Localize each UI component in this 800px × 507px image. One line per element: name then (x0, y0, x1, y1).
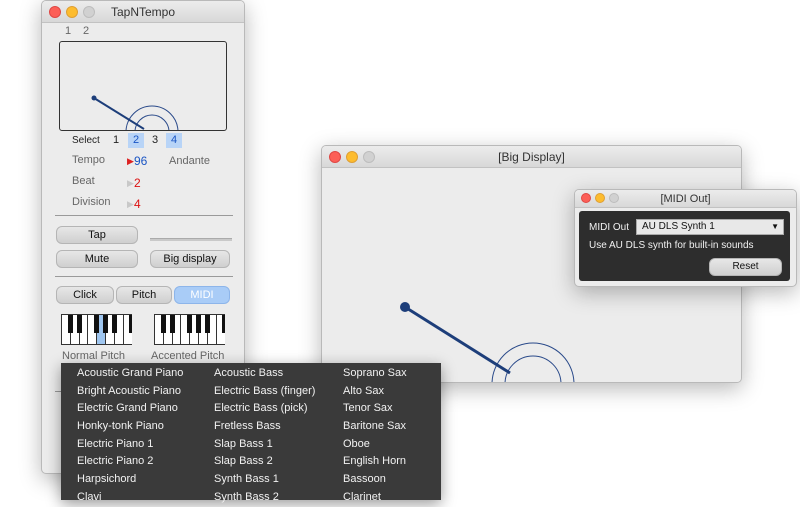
menu-item[interactable]: Baritone Sax (343, 418, 407, 436)
select-option-4[interactable]: 4 (166, 133, 182, 148)
menu-item[interactable]: Clarinet (343, 489, 407, 507)
menu-item[interactable]: Tenor Sax (343, 400, 407, 418)
division-label: Division (72, 196, 111, 208)
tempo-value[interactable]: 96 (134, 154, 147, 168)
division-value[interactable]: 4 (134, 197, 141, 211)
instrument-menu: Acoustic Grand Piano Bright Acoustic Pia… (61, 363, 441, 503)
menu-item[interactable]: Clavi (77, 489, 183, 507)
beat-value[interactable]: 2 (134, 176, 141, 190)
synth-select[interactable]: AU DLS Synth 1 ▼ (636, 219, 784, 235)
menu-item[interactable]: Harpsichord (77, 471, 183, 489)
window-title: [Big Display] (498, 150, 565, 164)
tap-indicator (150, 238, 232, 241)
menu-item[interactable]: Electric Bass (finger) (214, 383, 315, 401)
menu-item[interactable]: Honky-tonk Piano (77, 418, 183, 436)
menu-item[interactable]: Bright Acoustic Piano (77, 383, 183, 401)
menu-column-reeds: Soprano Sax Alto Sax Tenor Sax Baritone … (343, 365, 407, 507)
pendulum-display (59, 41, 227, 131)
midi-out-label: MIDI Out (589, 222, 630, 233)
menu-item[interactable]: Electric Piano 1 (77, 436, 183, 454)
midi-out-titlebar[interactable]: [MIDI Out] (575, 190, 796, 208)
chevron-down-icon: ▼ (771, 222, 779, 231)
menu-item[interactable]: Electric Grand Piano (77, 400, 183, 418)
midi-out-hint: Use AU DLS synth for built-in sounds (589, 240, 754, 251)
select-label: Select (72, 135, 100, 146)
menu-item[interactable]: Electric Piano 2 (77, 453, 183, 471)
menu-item[interactable]: Synth Bass 1 (214, 471, 315, 489)
menu-item[interactable]: Acoustic Grand Piano (77, 365, 183, 383)
reset-button[interactable]: Reset (709, 258, 782, 276)
normal-pitch-label: Normal Pitch (62, 350, 125, 362)
window-title: TapNTempo (110, 5, 176, 19)
tempo-name: Andante (169, 155, 210, 167)
menu-item[interactable]: Soprano Sax (343, 365, 407, 383)
top-tab-1[interactable]: 1 (65, 25, 71, 37)
menu-item[interactable]: English Horn (343, 453, 407, 471)
click-tab-button[interactable]: Click (56, 286, 114, 304)
big-display-titlebar[interactable]: [Big Display] (322, 146, 741, 168)
beat-label: Beat (72, 175, 95, 187)
synth-select-value: AU DLS Synth 1 (642, 221, 715, 232)
separator (55, 215, 233, 216)
menu-item[interactable]: Bassoon (343, 471, 407, 489)
menu-column-basses: Acoustic Bass Electric Bass (finger) Ele… (214, 365, 315, 507)
select-option-1[interactable]: 1 (108, 133, 124, 148)
menu-item[interactable]: Oboe (343, 436, 407, 454)
tapntempo-titlebar[interactable]: TapNTempo (42, 1, 244, 23)
pendulum-graphic (91, 95, 179, 130)
tap-button[interactable]: Tap (56, 226, 138, 244)
menu-item[interactable]: Slap Bass 2 (214, 453, 315, 471)
menu-item[interactable]: Acoustic Bass (214, 365, 315, 383)
pitch-tab-button[interactable]: Pitch (116, 286, 172, 304)
big-display-button[interactable]: Big display (150, 250, 230, 268)
mute-button[interactable]: Mute (56, 250, 138, 268)
menu-item[interactable]: Electric Bass (pick) (214, 400, 315, 418)
window-title: [MIDI Out] (660, 193, 711, 205)
select-option-2[interactable]: 2 (128, 133, 144, 148)
midi-tab-button[interactable]: MIDI (174, 286, 230, 304)
menu-item[interactable]: Fretless Bass (214, 418, 315, 436)
division-arrow-icon[interactable]: ▶ (127, 199, 134, 210)
beat-arrow-icon[interactable]: ▶ (127, 178, 134, 189)
menu-item[interactable]: Alto Sax (343, 383, 407, 401)
normal-pitch-keyboard[interactable] (61, 314, 133, 345)
menu-column-pianos: Acoustic Grand Piano Bright Acoustic Pia… (77, 365, 183, 507)
select-option-3[interactable]: 3 (147, 133, 163, 148)
separator (55, 276, 233, 277)
menu-item[interactable]: Synth Bass 2 (214, 489, 315, 507)
accented-pitch-keyboard[interactable] (154, 314, 226, 345)
tempo-label: Tempo (72, 154, 106, 166)
menu-item[interactable]: Slap Bass 1 (214, 436, 315, 454)
tempo-arrow-icon[interactable]: ▶ (127, 156, 134, 167)
top-tab-2[interactable]: 2 (83, 25, 89, 37)
accented-pitch-label: Accented Pitch (151, 350, 225, 362)
